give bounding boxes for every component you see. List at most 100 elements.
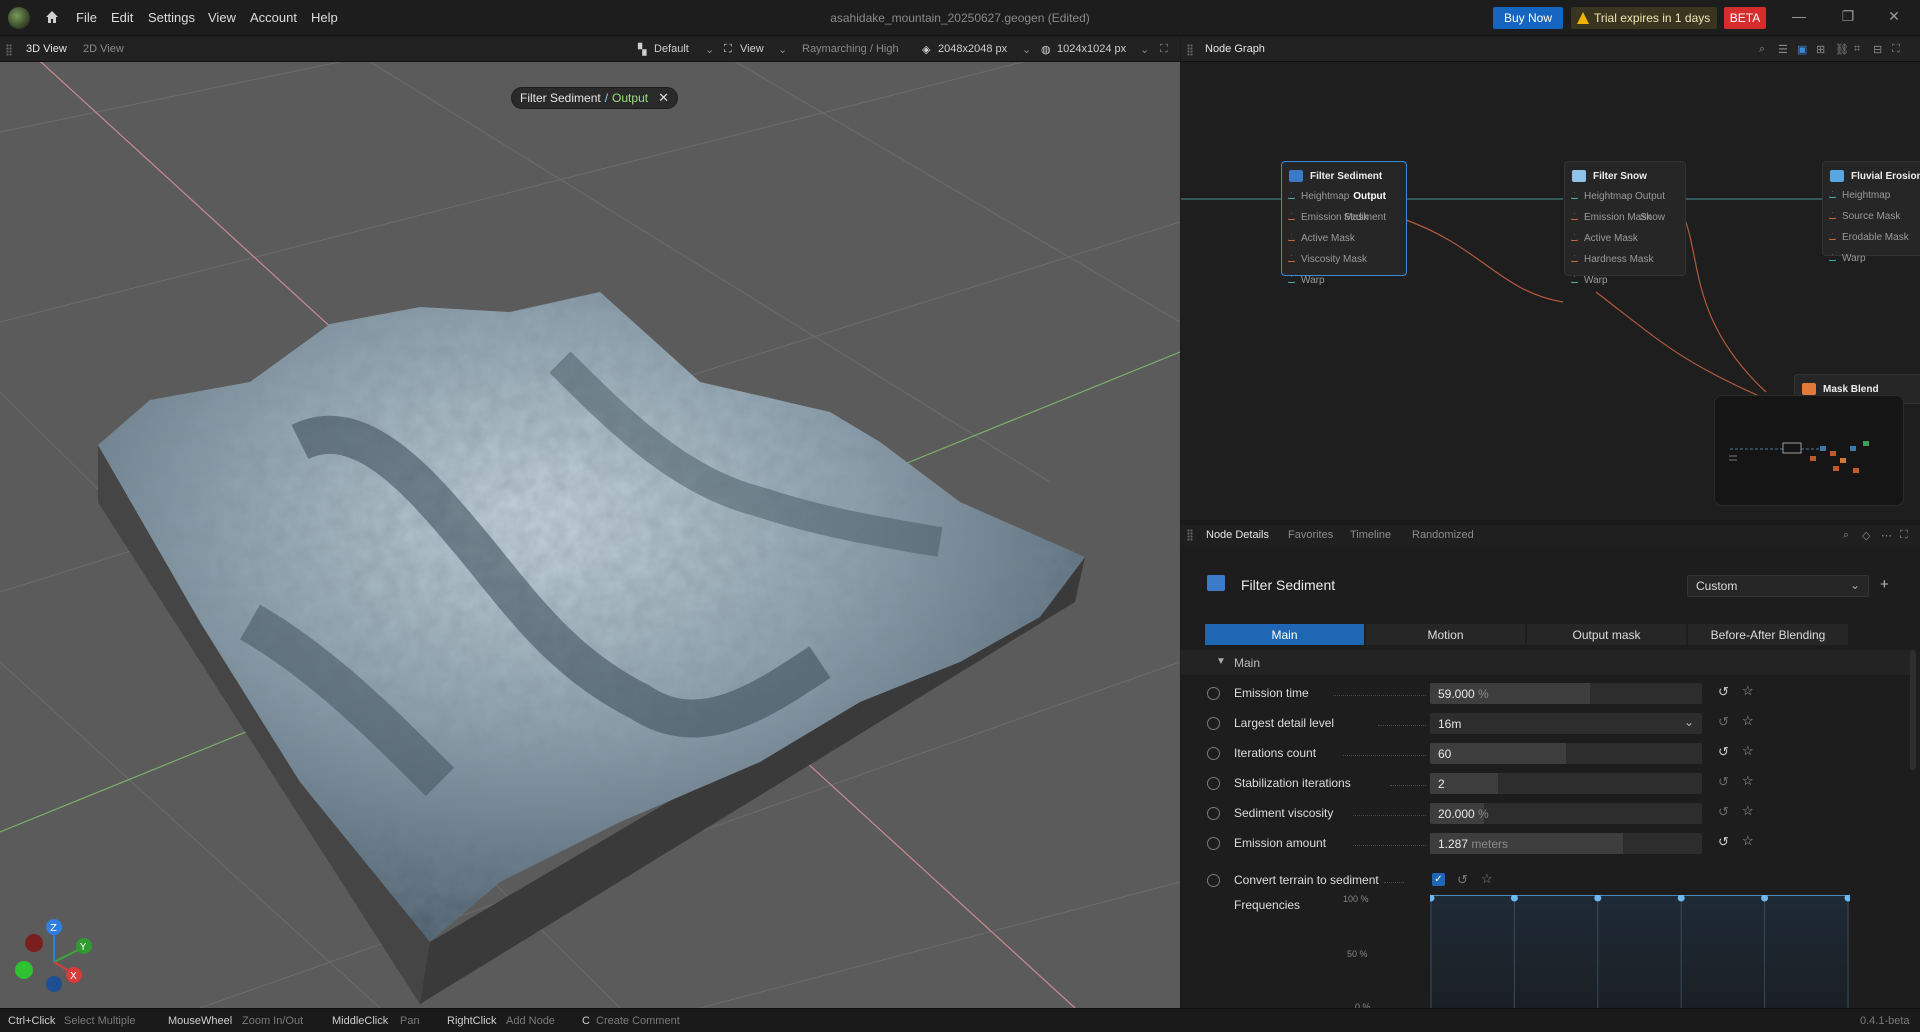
preset-select[interactable]: Custom ⌄	[1687, 575, 1869, 597]
fullscreen-icon[interactable]: ⛶	[1160, 43, 1168, 56]
chevron-down-icon[interactable]: ⌄	[705, 43, 714, 56]
link-icon[interactable]: ⛓	[1835, 43, 1849, 56]
chevron-down-icon[interactable]: ⌄	[1140, 43, 1149, 56]
input-port[interactable]: Active Mask	[1571, 233, 1638, 244]
align-icon[interactable]: ⊟	[1873, 43, 1882, 56]
param-toggle[interactable]	[1207, 807, 1220, 820]
close-icon[interactable]: ✕	[658, 90, 669, 106]
fullscreen-icon[interactable]: ⛶	[1900, 529, 1908, 542]
input-port[interactable]: Viscosity Mask	[1288, 254, 1367, 265]
frequencies-graph[interactable]	[1430, 895, 1850, 1008]
param-slider[interactable]: 1.287 meters	[1430, 833, 1702, 854]
camera-select[interactable]: Default	[654, 43, 689, 55]
star-icon[interactable]: ☆	[1742, 744, 1756, 758]
reset-icon[interactable]: ↺	[1718, 835, 1732, 849]
drag-handle-icon[interactable]	[6, 44, 12, 56]
param-slider[interactable]: 2	[1430, 773, 1702, 794]
list-icon[interactable]: ☰	[1778, 43, 1788, 56]
node-fluvial-erosion[interactable]: Fluvial Erosion Heightmap Source Mask Er…	[1822, 161, 1920, 264]
close-icon[interactable]: ✕	[1884, 8, 1904, 28]
param-toggle[interactable]	[1207, 874, 1220, 887]
frame-icon[interactable]: ⌗	[1854, 43, 1860, 56]
more-icon[interactable]: ⋯	[1881, 529, 1892, 542]
buy-now-button[interactable]: Buy Now	[1493, 7, 1563, 29]
output-port[interactable]: Output	[1353, 191, 1386, 202]
output-breadcrumb-chip[interactable]: Filter Sediment / Output ✕	[511, 87, 678, 109]
input-port[interactable]: Active Mask	[1288, 233, 1355, 244]
star-icon[interactable]: ☆	[1742, 804, 1756, 818]
param-toggle[interactable]	[1207, 717, 1220, 730]
reset-icon[interactable]: ↺	[1718, 715, 1732, 729]
param-toggle[interactable]	[1207, 837, 1220, 850]
param-slider[interactable]: 59.000 %	[1430, 683, 1702, 704]
fullscreen-icon[interactable]: ⛶	[1892, 43, 1900, 56]
chevron-down-icon[interactable]: ⌄	[778, 43, 787, 56]
section-motion[interactable]: Motion	[1366, 624, 1525, 645]
tab-randomized[interactable]: Randomized	[1412, 529, 1474, 541]
node-filter-snow[interactable]: Filter Snow Heightmap Emission Mask Acti…	[1564, 161, 1686, 286]
reset-icon[interactable]: ↺	[1718, 775, 1732, 789]
tab-node-details[interactable]: Node Details	[1206, 529, 1269, 541]
tab-favorites[interactable]: Favorites	[1288, 529, 1333, 541]
reset-icon[interactable]: ↺	[1718, 745, 1732, 759]
param-toggle[interactable]	[1207, 777, 1220, 790]
reset-icon[interactable]: ↺	[1718, 685, 1732, 699]
search-icon[interactable]: ⌕	[1759, 43, 1765, 56]
details-scrollbar[interactable]	[1910, 650, 1916, 770]
grid-icon[interactable]: ⊞	[1816, 43, 1825, 56]
output-port[interactable]: Snow	[1640, 212, 1665, 223]
diamond-icon[interactable]: ◇	[1862, 529, 1870, 542]
param-select[interactable]: 16m ⌄	[1430, 713, 1702, 734]
preview-resolution-select[interactable]: 1024x1024 px	[1057, 43, 1126, 55]
input-port[interactable]: Warp	[1288, 275, 1325, 286]
param-toggle[interactable]	[1207, 687, 1220, 700]
reset-icon[interactable]: ↺	[1718, 805, 1732, 819]
input-port[interactable]: Source Mask	[1829, 211, 1900, 222]
param-toggle[interactable]	[1207, 747, 1220, 760]
tab-timeline[interactable]: Timeline	[1350, 529, 1391, 541]
beta-badge: BETA	[1724, 7, 1766, 29]
section-output-mask[interactable]: Output mask	[1527, 624, 1686, 645]
viewport-3d[interactable]: Filter Sediment / Output ✕ Z Y X	[0, 62, 1180, 1008]
star-icon[interactable]: ☆	[1742, 774, 1756, 788]
node-graph-canvas[interactable]: Filter Sediment Heightmap Emission Mask …	[1181, 62, 1920, 520]
graph-minimap[interactable]	[1714, 395, 1904, 506]
input-port[interactable]: Erodable Mask	[1829, 232, 1909, 243]
input-port[interactable]: Warp	[1829, 253, 1866, 264]
section-main[interactable]: Main	[1205, 624, 1364, 645]
render-mode[interactable]: Raymarching / High	[802, 43, 899, 55]
node-filter-sediment[interactable]: Filter Sediment Heightmap Emission Mask …	[1281, 161, 1407, 286]
maximize-icon[interactable]: ❐	[1838, 8, 1858, 28]
star-icon[interactable]: ☆	[1742, 684, 1756, 698]
star-icon[interactable]: ☆	[1481, 871, 1493, 887]
input-port[interactable]: Heightmap	[1288, 191, 1349, 202]
resolution-select[interactable]: 2048x2048 px	[938, 43, 1007, 55]
output-port[interactable]: Sediment	[1344, 212, 1386, 223]
param-slider[interactable]: 60	[1430, 743, 1702, 764]
water-icon	[1830, 170, 1844, 182]
trial-badge[interactable]: Trial expires in 1 days	[1571, 7, 1717, 29]
search-icon[interactable]: ⌕	[1843, 529, 1849, 542]
axis-gizmo[interactable]: Z Y X	[10, 912, 100, 992]
input-port[interactable]: Heightmap	[1571, 191, 1632, 202]
section-before-after-blending[interactable]: Before-After Blending	[1688, 624, 1848, 645]
input-port[interactable]: Warp	[1571, 275, 1608, 286]
view-menu[interactable]: View	[740, 43, 764, 55]
tab-2d-view[interactable]: 2D View	[83, 43, 124, 55]
add-icon[interactable]: +	[1880, 576, 1889, 593]
tab-3d-view[interactable]: 3D View	[26, 43, 67, 55]
minimize-icon[interactable]: —	[1789, 8, 1809, 28]
input-port[interactable]: Hardness Mask	[1571, 254, 1653, 265]
star-icon[interactable]: ☆	[1742, 714, 1756, 728]
chevron-down-icon[interactable]: ⌄	[1022, 43, 1031, 56]
output-port[interactable]: Output	[1635, 191, 1665, 202]
drag-handle-icon[interactable]	[1187, 529, 1193, 541]
layout-icon[interactable]: ▣	[1797, 43, 1807, 56]
convert-terrain-checkbox[interactable]: ✓	[1432, 873, 1445, 886]
main-group-header[interactable]: ▼ Main	[1181, 650, 1911, 675]
star-icon[interactable]: ☆	[1742, 834, 1756, 848]
param-slider[interactable]: 20.000 %	[1430, 803, 1702, 824]
reset-icon[interactable]: ↺	[1457, 872, 1468, 888]
input-port[interactable]: Heightmap	[1829, 190, 1890, 201]
drag-handle-icon[interactable]	[1187, 44, 1193, 56]
